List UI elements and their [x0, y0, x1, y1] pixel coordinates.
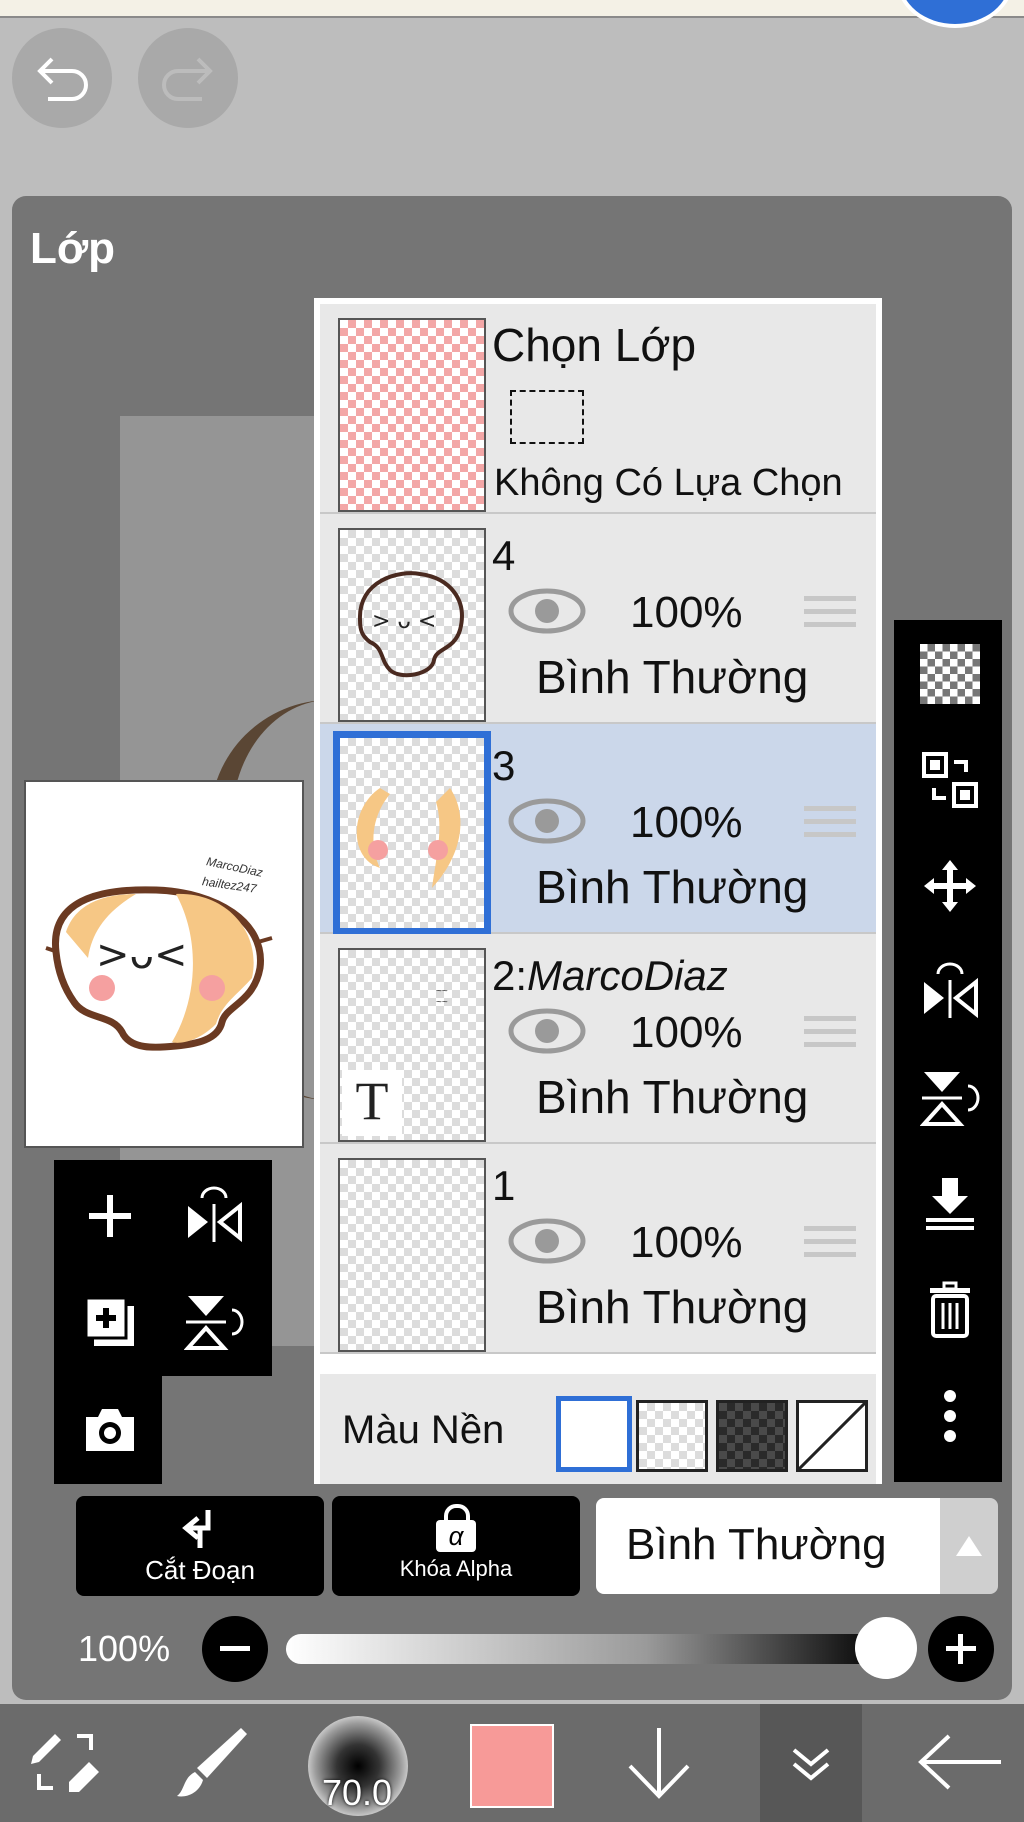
checkerboard-icon[interactable] [918, 642, 982, 706]
collapse-panel-button[interactable] [760, 1704, 862, 1822]
layer-thumbnail [333, 731, 491, 935]
canvas-preview: >ᴗ< MarcoDiaz hailtez247 [24, 780, 304, 1148]
opacity-decrease-button[interactable] [202, 1616, 268, 1682]
drag-handle-icon[interactable] [804, 806, 856, 850]
layer-name: 2:MarcoDiaz [492, 952, 728, 999]
flip-layer-vertical-icon[interactable] [184, 1292, 244, 1352]
brush-size-value: 70.0 [322, 1772, 393, 1813]
layer-blend-mode: Bình Thường [536, 651, 809, 703]
lock-icon: α [434, 1504, 478, 1552]
chevron-up-icon [956, 1536, 982, 1556]
pen-eraser-swap-icon [31, 1734, 99, 1792]
blend-mode-select[interactable]: Bình Thường [596, 1498, 940, 1594]
svg-text:> ᴗ <: > ᴗ < [372, 609, 436, 634]
redo-icon [162, 57, 213, 101]
layer-row[interactable]: ~~ ~~ T 2:MarcoDiaz 100% Bình Thường [320, 934, 876, 1144]
current-color-swatch[interactable] [470, 1724, 554, 1808]
layer-name: 4 [492, 532, 516, 579]
undo-icon [37, 57, 88, 101]
layer-opacity[interactable]: 100% [630, 588, 743, 638]
selection-layer-status: Không Có Lựa Chọn [494, 462, 843, 504]
bg-none-swatch[interactable] [796, 1400, 868, 1472]
background-color-label: Màu Nền [342, 1408, 505, 1452]
selection-marquee-icon [510, 390, 584, 444]
opacity-increase-button[interactable] [928, 1616, 994, 1682]
trash-icon[interactable] [918, 1278, 982, 1342]
move-icon[interactable] [918, 854, 982, 918]
alpha-lock-label: Khóa Alpha [399, 1556, 513, 1581]
arrow-left-icon [918, 1734, 1001, 1790]
double-chevron-down-icon [792, 1748, 830, 1781]
redo-button[interactable] [138, 28, 238, 128]
flip-horizontal-icon[interactable] [918, 960, 982, 1024]
opacity-slider-track[interactable] [286, 1634, 886, 1664]
brush-tool-button[interactable] [166, 1712, 256, 1812]
flip-vertical-icon[interactable] [918, 1066, 982, 1130]
layers-list: Chọn Lớp Không Có Lựa Chọn > ᴗ < 4 100% … [314, 298, 882, 1484]
layer-opacity[interactable]: 100% [630, 1218, 743, 1268]
layer-name: 3 [492, 742, 516, 789]
more-options-icon[interactable] [918, 1384, 982, 1448]
bg-white-swatch[interactable] [556, 1396, 632, 1472]
selection-layer-thumbnail [338, 318, 486, 512]
drag-handle-icon[interactable] [804, 1016, 856, 1060]
visibility-eye-icon[interactable] [508, 1218, 586, 1264]
layer-name: 1 [492, 1162, 516, 1209]
flip-layer-horizontal-icon[interactable] [184, 1186, 244, 1246]
swap-layer-icon[interactable] [918, 748, 982, 812]
tool-switch-button[interactable] [20, 1712, 110, 1812]
drag-handle-icon[interactable] [804, 596, 856, 640]
layer-row[interactable]: 1 100% Bình Thường [320, 1144, 876, 1354]
drag-handle-icon[interactable] [804, 1226, 856, 1270]
layer-row[interactable]: > ᴗ < 4 100% Bình Thường [320, 514, 876, 724]
undo-button[interactable] [12, 28, 112, 128]
layer-thumbnail: > ᴗ < [338, 528, 486, 722]
back-button[interactable] [910, 1712, 1010, 1812]
visibility-eye-icon[interactable] [508, 798, 586, 844]
alpha-lock-button[interactable]: α Khóa Alpha [332, 1496, 580, 1596]
visibility-eye-icon[interactable] [508, 588, 586, 634]
plus-icon [946, 1634, 976, 1664]
selection-layer-row[interactable]: Chọn Lớp Không Có Lựa Chọn [320, 304, 876, 514]
layer-opacity[interactable]: 100% [630, 1008, 743, 1058]
blend-mode-value: Bình Thường [626, 1520, 887, 1569]
thumbnail-signature: ~~ ~~ [436, 986, 448, 1008]
panel-title: Lớp [30, 224, 116, 273]
arrow-down-icon [628, 1728, 690, 1799]
duplicate-layer-icon[interactable] [80, 1292, 140, 1352]
opacity-slider-label: 100% [78, 1628, 171, 1669]
scroll-down-button[interactable] [614, 1712, 704, 1812]
background-color-row: Màu Nền [320, 1374, 876, 1484]
clip-arrow-icon [182, 1510, 211, 1548]
layer-opacity[interactable]: 100% [630, 798, 743, 848]
text-layer-icon: T [342, 1070, 402, 1136]
layer-row-selected[interactable]: 3 100% Bình Thường [320, 724, 876, 935]
layer-blend-mode: Bình Thường [536, 1071, 809, 1123]
layer-blend-mode: Bình Thường [536, 861, 809, 913]
clipping-button[interactable]: Cắt Đoạn [76, 1496, 324, 1596]
merge-down-icon[interactable] [918, 1172, 982, 1236]
selection-layer-title: Chọn Lớp [492, 319, 697, 371]
minus-icon [220, 1646, 250, 1651]
top-status-strip [0, 0, 1024, 18]
layer-blend-mode: Bình Thường [536, 1281, 809, 1333]
add-layer-icon[interactable] [80, 1186, 140, 1246]
clipping-label: Cắt Đoạn [145, 1555, 255, 1585]
layer-thumbnail: ~~ ~~ T [338, 948, 486, 1142]
svg-text:>ᴗ<: >ᴗ< [96, 932, 188, 978]
blend-mode-dropdown-button[interactable] [940, 1498, 998, 1594]
bg-checker-dark-swatch[interactable] [716, 1400, 788, 1472]
brush-icon [177, 1728, 247, 1797]
preview-artwork: >ᴗ< [45, 886, 273, 1051]
bg-checker-light-swatch[interactable] [636, 1400, 708, 1472]
brush-size-button[interactable]: 70.0 [308, 1716, 408, 1816]
camera-icon[interactable] [80, 1400, 140, 1460]
layer-tools-toolbar [894, 620, 1002, 1482]
visibility-eye-icon[interactable] [508, 1008, 586, 1054]
layer-thumbnail [338, 1158, 486, 1352]
opacity-slider-knob[interactable] [855, 1617, 917, 1679]
